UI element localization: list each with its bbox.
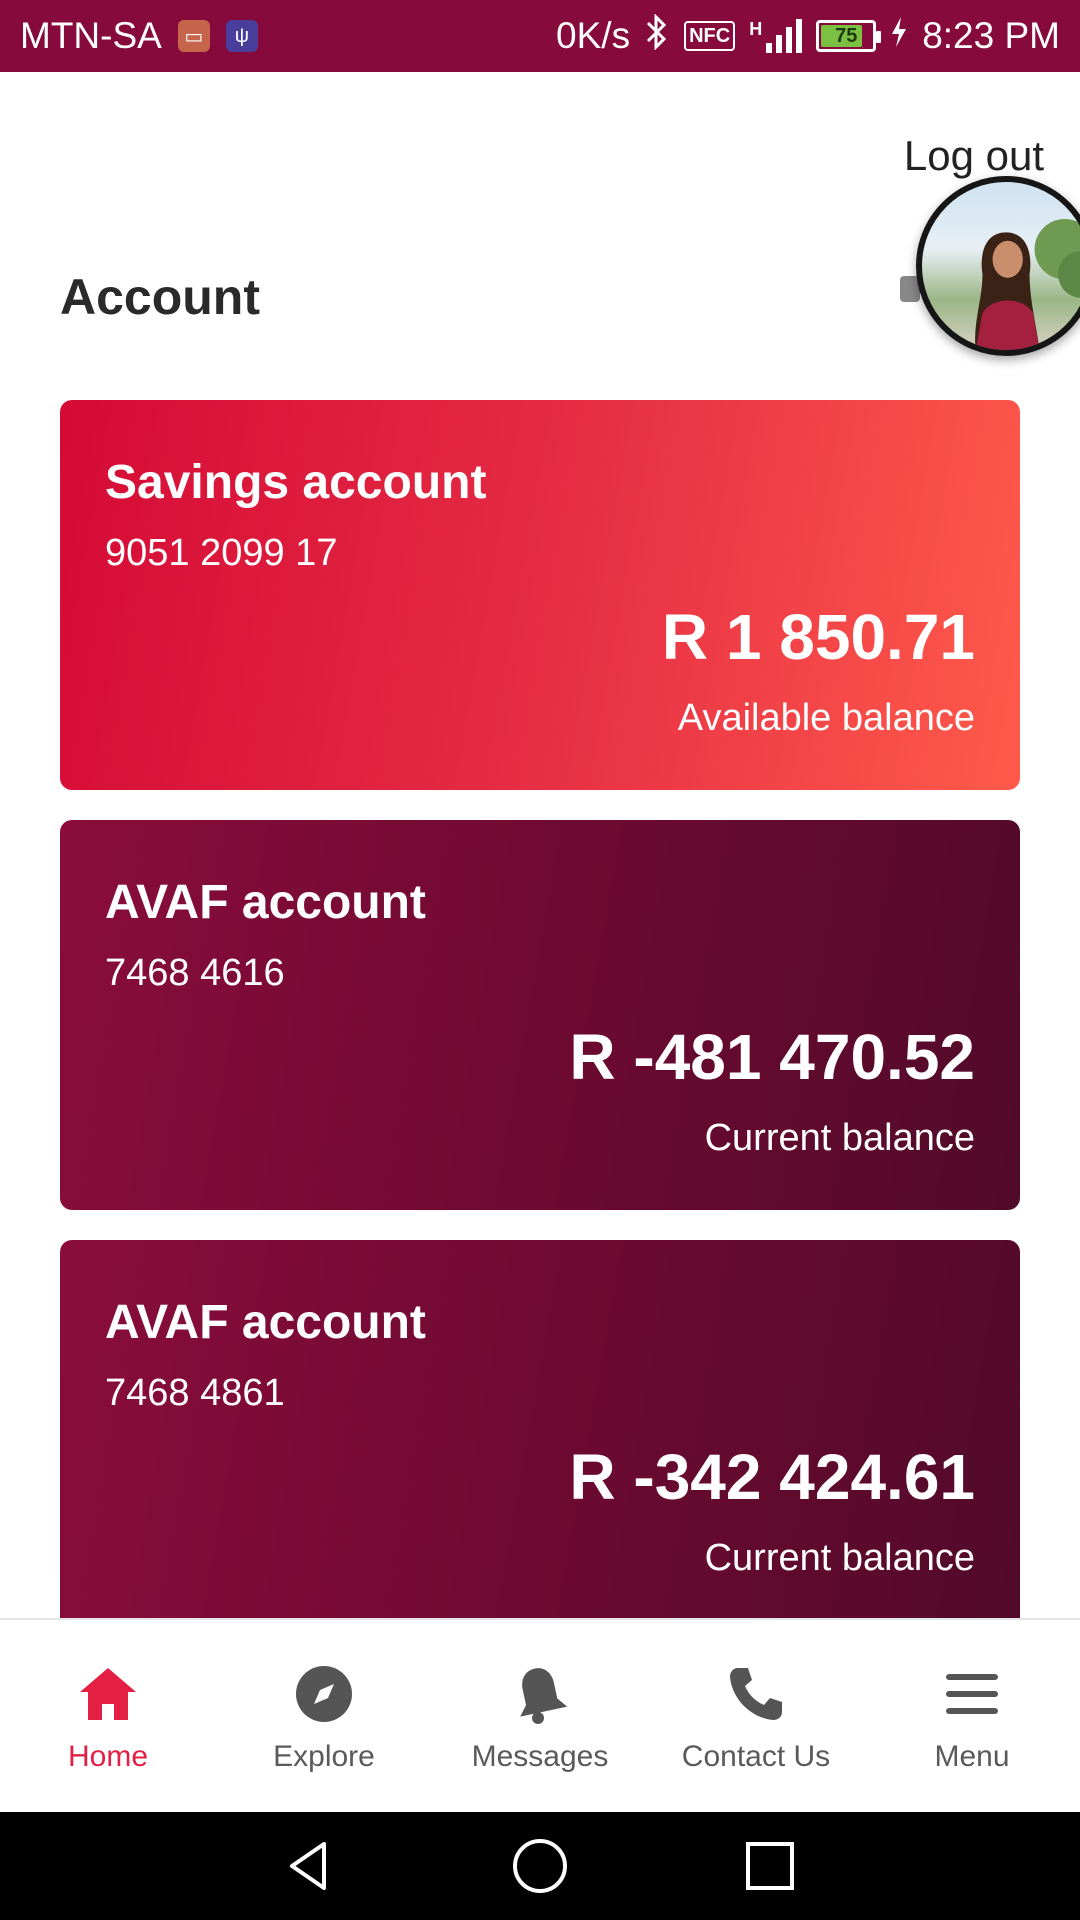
network-speed: 0K/s [556,15,631,56]
battery-level: 75 [835,24,858,47]
home-circle-icon[interactable] [510,1836,570,1896]
recents-icon[interactable] [740,1836,800,1896]
home-icon [76,1662,140,1726]
nfc-icon: NFC [684,21,736,51]
avatar-container[interactable] [900,176,1080,366]
bottom-nav: Home Explore Messages Contact Us Menu [0,1618,1080,1812]
compass-icon [292,1662,356,1726]
nav-item-menu[interactable]: Menu [864,1620,1080,1812]
status-left: MTN-SA ▭ ψ [20,15,258,57]
page-title: Account [60,269,260,325]
account-card-avaf-1[interactable]: AVAF account 7468 4616 R -481 470.52 Cur… [60,820,1020,1210]
account-number: 7468 4616 [105,952,285,994]
account-name: AVAF account [105,876,426,929]
bluetooth-icon [644,12,670,59]
account-number: 7468 4861 [105,1372,285,1414]
nav-label: Home [67,1740,149,1773]
signal-bars [766,19,803,53]
status-bar: MTN-SA ▭ ψ 0K/s NFC H 75 8:23 PM [0,0,1080,72]
logout-link[interactable]: Log out [904,132,1044,180]
status-right: 0K/s NFC H 75 8:23 PM [556,12,1060,59]
account-balance: R 1 850.71 [661,601,975,673]
nav-label: Menu [934,1740,1010,1773]
account-card-avaf-2[interactable]: AVAF account 7468 4861 R -342 424.61 Cur… [60,1240,1020,1630]
clock: 8:23 PM [922,15,1060,56]
account-list: Savings account 9051 2099 17 R 1 850.71 … [60,400,1020,1660]
nav-label: Explore [273,1740,375,1773]
account-card-savings[interactable]: Savings account 9051 2099 17 R 1 850.71 … [60,400,1020,790]
nav-item-home[interactable]: Home [0,1620,216,1812]
carrier-name: MTN-SA [20,15,162,56]
balance-label: Current balance [704,1117,975,1159]
nav-item-messages[interactable]: Messages [432,1620,648,1812]
menu-icon [940,1662,1004,1726]
nav-item-explore[interactable]: Explore [216,1620,432,1812]
nav-item-contact-us[interactable]: Contact Us [648,1620,864,1812]
nav-label: Messages [471,1740,609,1773]
avatar[interactable] [916,176,1080,356]
inbox-icon: ▭ [177,20,210,52]
account-name: AVAF account [105,1296,426,1349]
usb-icon: ψ [225,20,258,52]
balance-label: Available balance [677,697,975,739]
battery-icon: 75 [816,20,882,52]
account-number: 9051 2099 17 [105,532,338,574]
network-type: H [749,19,763,39]
bell-icon [508,1662,572,1726]
account-name: Savings account [105,456,487,509]
balance-label: Current balance [704,1537,975,1579]
account-balance: R -342 424.61 [569,1441,975,1513]
account-balance: R -481 470.52 [569,1021,975,1093]
charging-icon [890,15,908,57]
back-icon[interactable] [280,1836,340,1896]
phone-icon [724,1662,788,1726]
avatar-photo [975,218,1080,350]
nav-label: Contact Us [681,1740,831,1773]
signal-icon: H [749,19,803,53]
system-nav-bar [0,1812,1080,1920]
